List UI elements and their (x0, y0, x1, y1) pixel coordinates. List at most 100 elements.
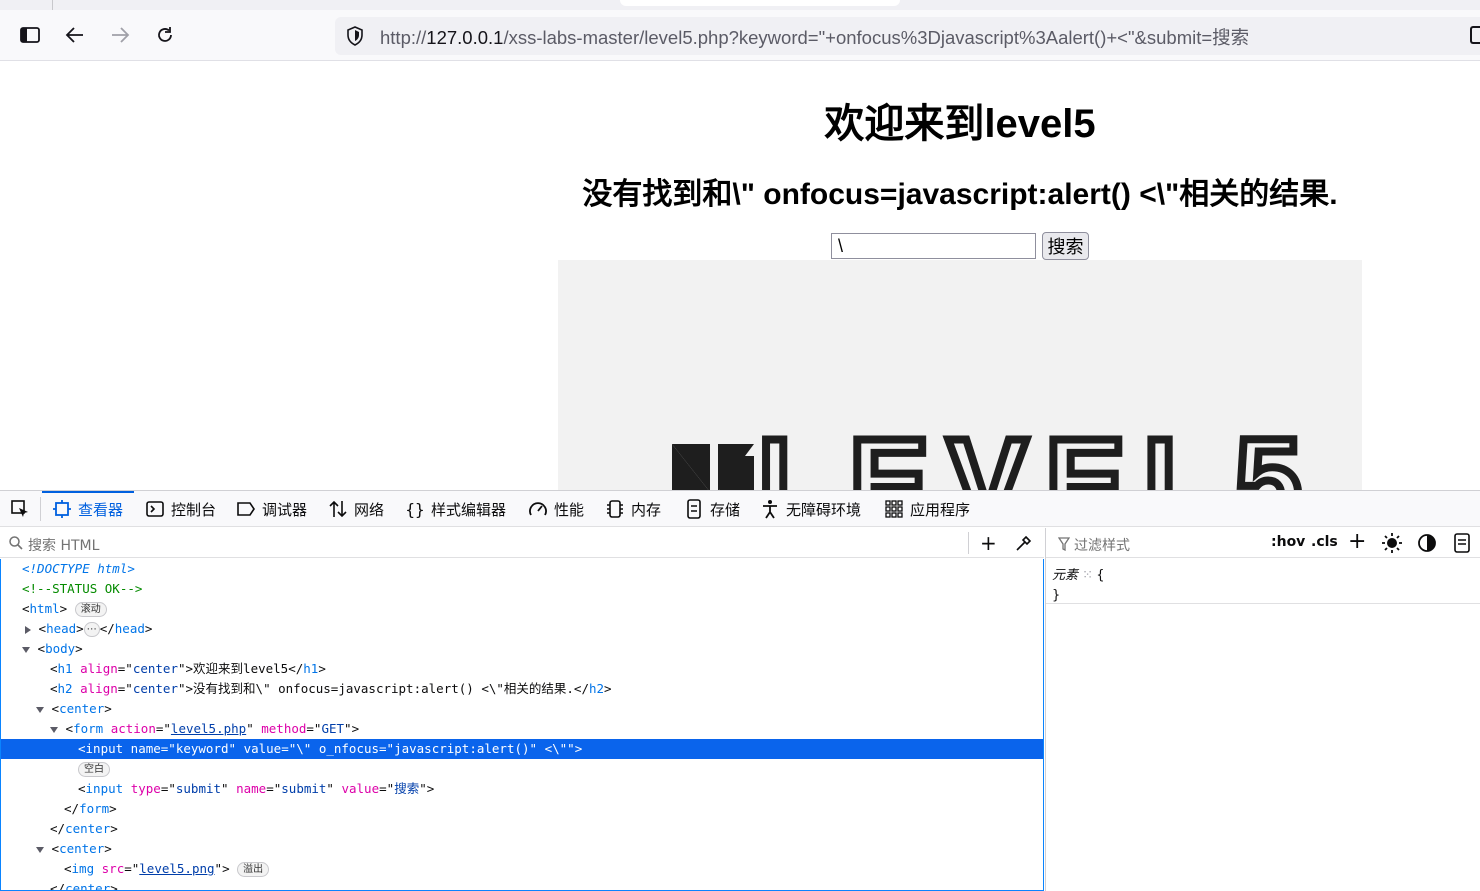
tab-style-editor[interactable]: {} 样式编辑器 (405, 491, 506, 527)
tab-debugger[interactable]: 调试器 (236, 491, 307, 527)
toolbar-divider (40, 497, 41, 521)
submit-value: 搜索 (394, 781, 420, 796)
active-tab[interactable] (620, 0, 900, 6)
eyedropper-icon[interactable] (1015, 534, 1033, 556)
tab-label: 样式编辑器 (431, 500, 507, 519)
search-submit-button[interactable]: 搜索 (1042, 232, 1089, 260)
collapse-triangle-icon[interactable] (22, 646, 30, 653)
search-divider (968, 532, 969, 554)
input-node-text: <input name="keyword" value="\" o_nfocus… (78, 741, 583, 756)
tag-name: form (79, 801, 110, 816)
result-message: 没有找到和\" onfocus=javascript:alert() <\"相关… (582, 178, 1338, 211)
tab-performance[interactable]: 性能 (528, 491, 584, 527)
markup-form[interactable]: <form action="level5.php" method="GET"> (1, 719, 1043, 739)
markup-center-2[interactable]: <center> (1, 839, 1043, 859)
tab-separator (52, 0, 53, 10)
h2-node-text: 没有找到和\" onfocus=javascript:alert() <\"相关… (193, 681, 574, 696)
tab-label: 应用程序 (910, 500, 971, 519)
sidebar-toggle-icon[interactable] (14, 19, 46, 51)
markup-center[interactable]: <center> (1, 699, 1043, 719)
tag-name: head (114, 621, 145, 636)
rule-separator (1046, 603, 1480, 604)
element-rule[interactable]: 元素 ⁙ { } (1052, 566, 1104, 606)
markup-tree: <!DOCTYPE html> <!--STATUS OK--> <html> … (0, 559, 1044, 891)
inspector-icon (52, 499, 72, 519)
light-theme-icon[interactable] (1381, 532, 1403, 558)
html-search-row: + (0, 528, 1044, 558)
markup-html[interactable]: <html> 滚动 (1, 599, 1043, 619)
overflow-badge[interactable]: 溢出 (237, 862, 270, 877)
markup-input-selected[interactable]: <input name="keyword" value="\" o_nfocus… (1, 739, 1043, 759)
markup-center-2-close[interactable]: </center> (1, 879, 1043, 890)
tab-label: 存储 (710, 500, 741, 519)
level5-logo-image: LEVEL5 (558, 260, 1362, 490)
back-arrow-icon[interactable] (59, 19, 91, 51)
ellipsis-badge[interactable]: ⋯ (83, 622, 100, 637)
rules-pane: :hov .cls + 过滤样式 元素 ⁙ { } (1045, 528, 1480, 891)
element-picker-icon[interactable] (10, 491, 30, 527)
tab-memory[interactable]: 内存 (605, 491, 661, 527)
url-host: 127.0.0.1 (426, 27, 504, 48)
add-rule-icon[interactable]: + (1348, 531, 1366, 553)
collapse-triangle-icon[interactable] (50, 726, 58, 733)
tab-inspector[interactable]: 查看器 (52, 491, 123, 527)
markup-img[interactable]: <img src="level5.png"> 溢出 (1, 859, 1043, 879)
form-method-value: GET (321, 721, 345, 736)
reader-view-icon[interactable] (1470, 26, 1480, 44)
element-selector: 元素 (1052, 568, 1079, 583)
url-text[interactable]: http://127.0.0.1/xss-labs-master/level5.… (380, 24, 1249, 50)
tab-accessibility[interactable]: 无障碍环境 (760, 491, 861, 527)
form-action-link[interactable]: level5.php (171, 721, 246, 736)
comment-text: <!--STATUS OK--> (22, 581, 143, 596)
tab-label: 性能 (554, 500, 585, 519)
tab-storage[interactable]: 存储 (684, 491, 740, 527)
tab-label: 查看器 (78, 500, 124, 519)
whitespace-badge[interactable]: 空白 (78, 762, 110, 777)
img-src-link[interactable]: level5.png (139, 861, 214, 876)
tag-name: head (46, 621, 77, 636)
reload-icon[interactable] (149, 19, 181, 51)
console-icon (145, 499, 165, 519)
markup-submit-input[interactable]: <input type="submit" name="submit" value… (1, 779, 1043, 799)
tab-network[interactable]: 网络 (328, 491, 384, 527)
shield-icon[interactable] (344, 25, 366, 47)
logo-text: LEVEL5 (758, 414, 1319, 490)
dark-theme-icon[interactable] (1417, 533, 1437, 557)
rule-open-brace: { (1096, 568, 1105, 583)
tab-console[interactable]: 控制台 (145, 491, 216, 527)
expand-triangle-icon[interactable] (25, 625, 31, 634)
markup-form-close[interactable]: </form> (1, 799, 1043, 819)
scroll-badge[interactable]: 滚动 (74, 602, 107, 617)
keyword-input[interactable] (831, 233, 1036, 259)
print-media-icon[interactable] (1454, 533, 1470, 557)
forward-arrow-icon[interactable] (104, 19, 136, 51)
chip-icon (605, 499, 625, 519)
tag-name: html (29, 601, 60, 616)
markup-doctype[interactable]: <!DOCTYPE html> (1, 559, 1043, 579)
markup-comment[interactable]: <!--STATUS OK--> (1, 579, 1043, 599)
markup-head[interactable]: <head> ⋯ </head> (1, 619, 1043, 639)
drag-handle-icon[interactable]: ⁙ (1082, 568, 1093, 583)
accessibility-icon (760, 499, 780, 519)
collapse-triangle-icon[interactable] (36, 846, 44, 853)
url-path: /xss-labs-master/level5.php?keyword="+on… (503, 27, 1250, 48)
markup-body[interactable]: <body> (1, 639, 1043, 659)
h1-node-text: 欢迎来到level5 (193, 661, 289, 676)
gauge-icon (528, 499, 548, 519)
url-scheme: http:// (380, 27, 427, 48)
markup-h1[interactable]: <h1 align="center">欢迎来到level5</h1> (1, 659, 1043, 679)
devtools-panel: 查看器 控制台 调试器 网络 {} 样式编辑器 性能 内存 存储 无障碍环境 应… (0, 490, 1480, 891)
hov-toggle[interactable]: :hov (1271, 534, 1305, 550)
html-search-input[interactable]: 搜索 HTML (28, 535, 99, 555)
filter-styles-input[interactable]: 过滤样式 (1074, 535, 1130, 555)
markup-center-close[interactable]: </center> (1, 819, 1043, 839)
tab-application[interactable]: 应用程序 (884, 491, 970, 527)
markup-whitespace[interactable]: 空白 (1, 759, 1043, 779)
debugger-icon (236, 499, 256, 519)
page-viewport: 欢迎来到level5 没有找到和\" onfocus=javascript:al… (0, 61, 1480, 490)
cls-toggle[interactable]: .cls (1311, 534, 1338, 550)
markup-h2[interactable]: <h2 align="center">没有找到和\" onfocus=javas… (1, 679, 1043, 699)
collapse-triangle-icon[interactable] (36, 706, 44, 713)
search-icon (9, 535, 23, 554)
add-node-icon[interactable]: + (980, 533, 997, 553)
